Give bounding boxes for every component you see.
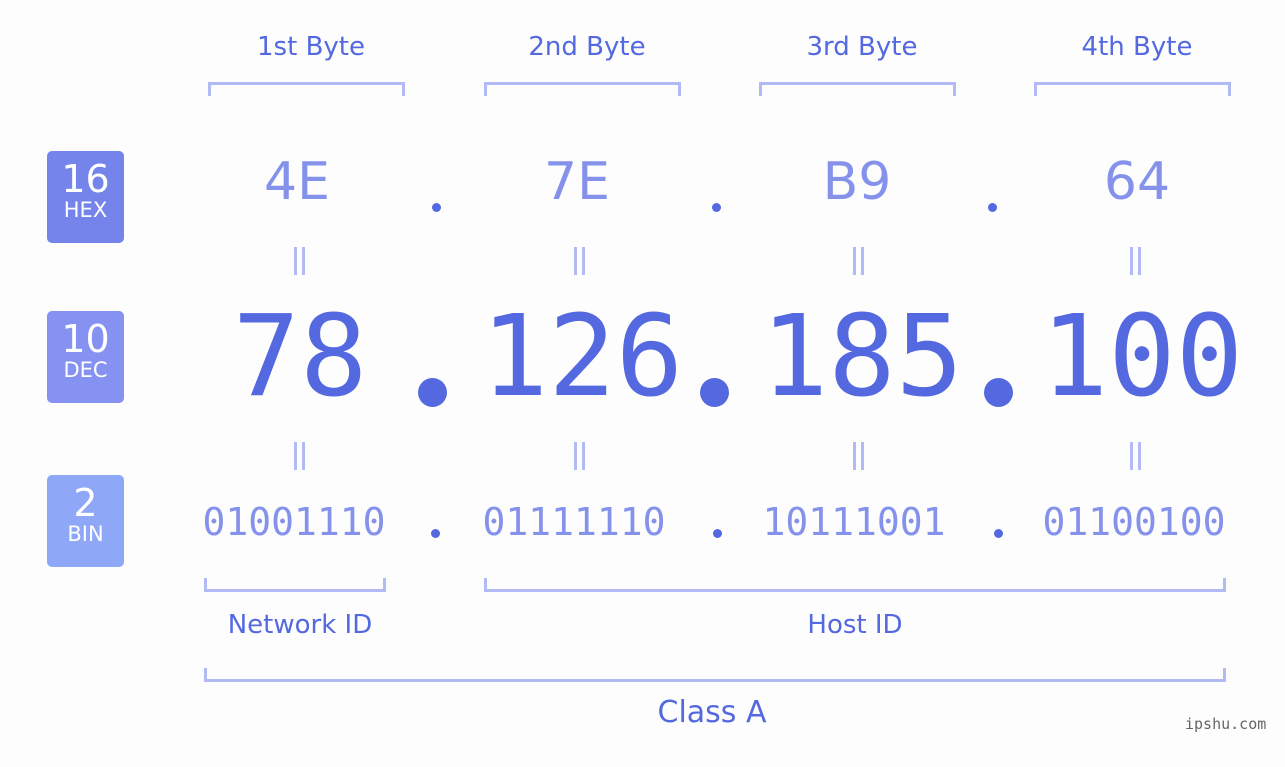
equals-icon bbox=[851, 247, 865, 275]
class-label: Class A bbox=[657, 695, 767, 730]
byte-bracket-1 bbox=[208, 82, 405, 96]
equals-icon bbox=[851, 442, 865, 470]
hex-dot-2 bbox=[712, 203, 721, 212]
hex-value-1: 4E bbox=[264, 152, 330, 212]
dec-badge-label: DEC bbox=[63, 358, 108, 382]
equals-icon bbox=[292, 442, 306, 470]
dec-badge-number: 10 bbox=[61, 317, 110, 361]
dec-value-1: 78 bbox=[232, 292, 368, 422]
equals-icon bbox=[572, 442, 586, 470]
byte-label-4: 4th Byte bbox=[1081, 32, 1193, 62]
bin-badge: 2 BIN bbox=[47, 475, 124, 567]
equals-icon bbox=[572, 247, 586, 275]
byte-label-2: 2nd Byte bbox=[528, 32, 646, 62]
equals-icon bbox=[1128, 442, 1142, 470]
byte-bracket-4 bbox=[1034, 82, 1231, 96]
watermark: ipshu.com bbox=[1185, 715, 1267, 733]
class-bracket bbox=[204, 668, 1226, 682]
dec-dot-1 bbox=[418, 378, 447, 407]
bin-value-1: 01001110 bbox=[202, 500, 386, 544]
network-id-label: Network ID bbox=[227, 610, 373, 640]
byte-bracket-3 bbox=[759, 82, 956, 96]
dec-dot-3 bbox=[984, 378, 1013, 407]
byte-bracket-2 bbox=[484, 82, 681, 96]
bin-badge-number: 2 bbox=[73, 481, 98, 525]
bin-value-3: 10111001 bbox=[762, 500, 946, 544]
hex-value-2: 7E bbox=[544, 152, 610, 212]
dec-badge: 10 DEC bbox=[47, 311, 124, 403]
dec-dot-2 bbox=[700, 378, 729, 407]
hex-badge-number: 16 bbox=[61, 157, 110, 201]
network-id-bracket bbox=[204, 578, 386, 592]
bin-dot-2 bbox=[713, 529, 722, 538]
hex-value-4: 64 bbox=[1103, 152, 1171, 212]
dec-value-3: 185 bbox=[760, 292, 964, 422]
hex-value-3: B9 bbox=[822, 152, 892, 212]
hex-dot-3 bbox=[988, 203, 997, 212]
host-id-label: Host ID bbox=[807, 610, 903, 640]
bin-badge-label: BIN bbox=[67, 522, 104, 546]
bin-value-2: 01111110 bbox=[482, 500, 666, 544]
bin-dot-3 bbox=[994, 529, 1003, 538]
host-id-bracket bbox=[484, 578, 1226, 592]
bin-value-4: 01100100 bbox=[1042, 500, 1226, 544]
equals-icon bbox=[292, 247, 306, 275]
dec-value-4: 100 bbox=[1040, 292, 1244, 422]
hex-dot-1 bbox=[432, 203, 441, 212]
bin-dot-1 bbox=[431, 529, 440, 538]
hex-badge-label: HEX bbox=[63, 198, 108, 222]
equals-icon bbox=[1128, 247, 1142, 275]
byte-label-1: 1st Byte bbox=[257, 32, 365, 62]
hex-badge: 16 HEX bbox=[47, 151, 124, 243]
byte-label-3: 3rd Byte bbox=[806, 32, 918, 62]
dec-value-2: 126 bbox=[480, 292, 684, 422]
